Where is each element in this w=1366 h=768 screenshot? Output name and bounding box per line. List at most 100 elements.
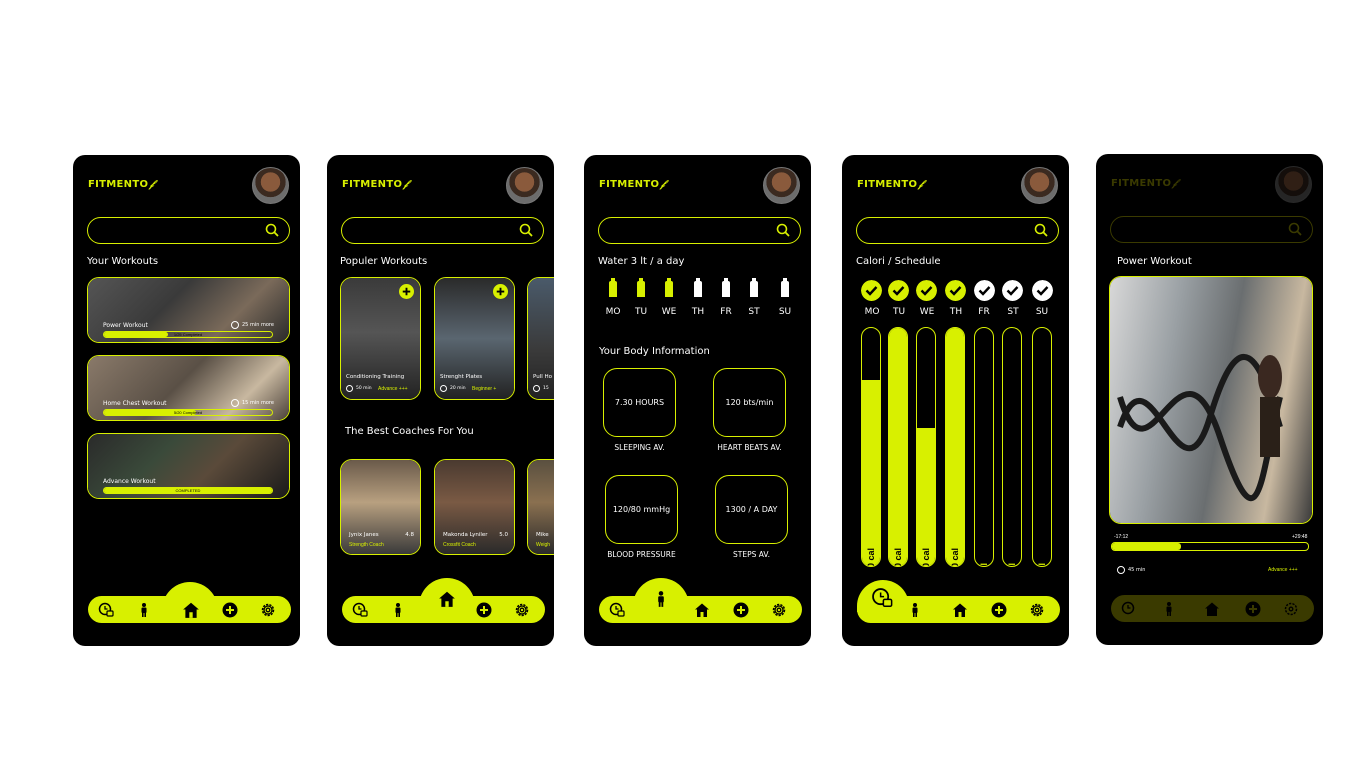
workout-card[interactable]: Power Workout 25 min more 1/25 Completed xyxy=(87,277,290,343)
water-bottle-icon[interactable] xyxy=(780,278,790,298)
schedule-icon[interactable] xyxy=(1121,601,1137,617)
person-icon[interactable] xyxy=(390,602,406,618)
heart-stat[interactable]: 120 bts/min xyxy=(713,368,786,437)
day-label: TH xyxy=(949,307,963,317)
water-title: Water 3 lt / a day xyxy=(598,256,685,267)
search-input[interactable] xyxy=(87,217,290,244)
calorie-value: 0 cal xyxy=(1037,523,1047,566)
check-icon[interactable] xyxy=(888,280,909,301)
workout-card[interactable]: Advance Workout COMPLETED xyxy=(87,433,290,499)
add-icon[interactable] xyxy=(733,602,749,618)
clock-icon xyxy=(533,385,540,392)
check-icon[interactable] xyxy=(861,280,882,301)
coach-card[interactable]: Mike Weigh xyxy=(527,459,554,555)
clock-icon xyxy=(231,399,239,407)
screen-your-workouts: FITMENTO𝒻 Your Workouts Power Workout 25… xyxy=(73,155,300,646)
water-bottle-icon[interactable] xyxy=(664,278,674,298)
home-icon[interactable] xyxy=(694,602,710,618)
sleep-stat[interactable]: 7.30 HOURS xyxy=(603,368,676,437)
avatar[interactable] xyxy=(506,167,543,204)
add-icon[interactable] xyxy=(222,602,238,618)
add-icon[interactable] xyxy=(1245,601,1261,617)
search-input[interactable] xyxy=(598,217,801,244)
search-input[interactable] xyxy=(1110,216,1313,243)
schedule-icon[interactable] xyxy=(98,602,114,618)
avatar[interactable] xyxy=(1275,166,1312,203)
home-icon[interactable] xyxy=(952,602,968,618)
steps-stat[interactable]: 1300 / A DAY xyxy=(715,475,788,544)
schedule-icon[interactable] xyxy=(871,587,893,609)
water-bottle-icon[interactable] xyxy=(693,278,703,298)
workout-level: Advance +++ xyxy=(378,386,408,392)
search-icon[interactable] xyxy=(265,223,279,237)
battle-rope-figure xyxy=(1117,354,1283,502)
calorie-column[interactable]: 0 cal xyxy=(1002,327,1022,567)
clock-icon xyxy=(440,385,447,392)
water-bottle-icon[interactable] xyxy=(608,278,618,298)
schedule-icon[interactable] xyxy=(352,602,368,618)
search-input[interactable] xyxy=(341,217,544,244)
workout-name: Power Workout xyxy=(103,322,148,329)
person-icon[interactable] xyxy=(907,602,923,618)
progress-text: 5/20 Completed xyxy=(173,410,203,415)
popular-workout-card[interactable]: Pull Ho 15 xyxy=(527,277,554,400)
workout-progress: 5/20 Completed xyxy=(103,409,273,416)
search-icon[interactable] xyxy=(519,223,533,237)
add-icon[interactable] xyxy=(493,284,508,299)
settings-icon[interactable] xyxy=(1283,601,1299,617)
day-label: WE xyxy=(661,307,677,317)
workout-progress[interactable] xyxy=(1111,542,1309,551)
coach-photo xyxy=(435,460,514,554)
blood-pressure-stat[interactable]: 120/80 mmHg xyxy=(605,475,678,544)
calorie-column[interactable]: 2000 cal xyxy=(861,327,881,567)
schedule-icon[interactable] xyxy=(609,602,625,618)
popular-workout-card[interactable]: Conditioning Training 50 min Advance +++ xyxy=(340,277,421,400)
coach-name: Jynix Janes xyxy=(349,532,379,538)
check-icon[interactable] xyxy=(945,280,966,301)
avatar[interactable] xyxy=(763,167,800,204)
coach-card[interactable]: Jynix Janes Strength Coach 4.8 xyxy=(340,459,421,555)
water-bottle-icon[interactable] xyxy=(721,278,731,298)
workout-video[interactable] xyxy=(1109,276,1313,524)
workout-level: Advance +++ xyxy=(1268,567,1298,573)
calorie-column[interactable]: 3000 cal xyxy=(888,327,908,567)
add-icon[interactable] xyxy=(991,602,1007,618)
calorie-column[interactable]: 0 cal xyxy=(1032,327,1052,567)
add-icon[interactable] xyxy=(399,284,414,299)
avatar[interactable] xyxy=(252,167,289,204)
workout-card[interactable]: Home Chest Workout 15 min more 5/20 Comp… xyxy=(87,355,290,421)
home-icon[interactable] xyxy=(182,601,200,619)
bottom-nav xyxy=(88,582,291,623)
calorie-column[interactable]: 3000 cal xyxy=(945,327,965,567)
search-icon[interactable] xyxy=(776,223,790,237)
bottom-nav xyxy=(1111,595,1314,622)
settings-icon[interactable] xyxy=(260,602,276,618)
body-info-title: Your Body Information xyxy=(599,346,710,357)
check-icon[interactable] xyxy=(916,280,937,301)
calorie-column[interactable]: 1200 cal xyxy=(916,327,936,567)
person-icon[interactable] xyxy=(1161,601,1177,617)
check-icon[interactable] xyxy=(974,280,995,301)
settings-icon[interactable] xyxy=(1029,602,1045,618)
add-icon[interactable] xyxy=(476,602,492,618)
avatar[interactable] xyxy=(1021,167,1058,204)
person-icon[interactable] xyxy=(136,602,152,618)
person-icon[interactable] xyxy=(652,588,670,610)
coach-card[interactable]: Makonda Lyniler Crossfit Coach 5.0 xyxy=(434,459,515,555)
home-icon[interactable] xyxy=(1204,601,1220,617)
home-icon[interactable] xyxy=(438,590,456,608)
search-input[interactable] xyxy=(856,217,1059,244)
water-bottle-icon[interactable] xyxy=(749,278,759,298)
workout-time: 25 min more xyxy=(242,322,274,328)
stat-label: SLEEPING AV. xyxy=(614,443,665,452)
check-icon[interactable] xyxy=(1002,280,1023,301)
popular-workout-card[interactable]: Strenght Plates 20 min Beginner + xyxy=(434,277,515,400)
settings-icon[interactable] xyxy=(771,602,787,618)
search-icon[interactable] xyxy=(1034,223,1048,237)
check-icon[interactable] xyxy=(1032,280,1053,301)
workout-photo xyxy=(528,278,554,399)
water-bottle-icon[interactable] xyxy=(636,278,646,298)
calorie-column[interactable]: 0 cal xyxy=(974,327,994,567)
search-icon[interactable] xyxy=(1288,222,1302,236)
settings-icon[interactable] xyxy=(514,602,530,618)
